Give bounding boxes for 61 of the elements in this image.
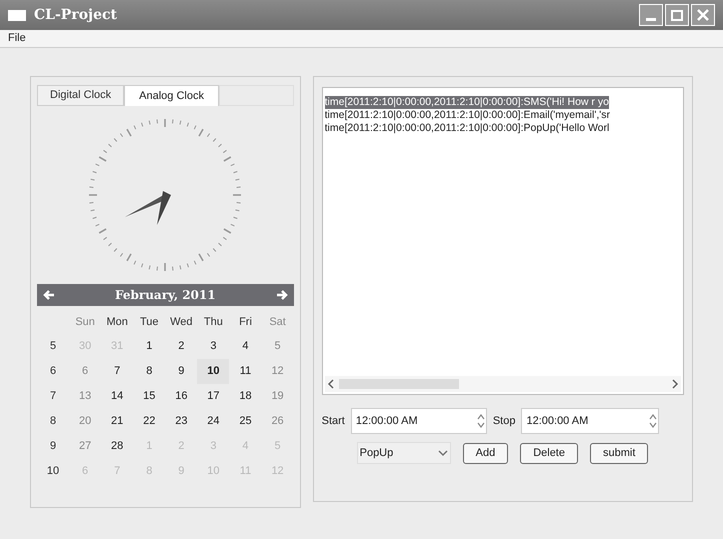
start-label: Start — [322, 414, 345, 429]
calendar-day[interactable]: 28 — [101, 434, 134, 459]
calendar-day[interactable]: 24 — [197, 409, 230, 434]
weekday-label: Tue — [138, 314, 160, 330]
start-time-field[interactable]: 12:00:00 AM — [350, 408, 487, 434]
calendar-day[interactable]: 21 — [101, 409, 134, 434]
calendar-day[interactable]: 2 — [165, 334, 198, 359]
week-number: 9 — [48, 439, 58, 454]
tab[interactable]: Analog Clock — [124, 85, 219, 106]
calendar-day[interactable]: 25 — [229, 409, 262, 434]
calendar-day[interactable]: 7 — [101, 359, 134, 384]
weekday-label: Thu — [202, 314, 224, 330]
calendar-day[interactable]: 8 — [133, 359, 166, 384]
calendar-day[interactable]: 18 — [229, 384, 262, 409]
list-item[interactable]: time[2011:2:10|0:00:00,2011:2:10|0:00:00]:SMS('Hi! How r yo — [324, 96, 609, 109]
calendar-day[interactable]: 1 — [133, 334, 166, 359]
minimize-button[interactable] — [639, 4, 663, 26]
calendar-day[interactable]: 23 — [165, 409, 198, 434]
calendar-day[interactable]: 22 — [133, 409, 166, 434]
weekday-label: Sat — [268, 314, 287, 330]
weekday-label: Mon — [105, 314, 129, 330]
action-button[interactable]: submit — [590, 442, 648, 464]
spinner-icon[interactable] — [648, 412, 658, 430]
menu-item[interactable]: File — [8, 30, 26, 47]
week-number: 10 — [46, 464, 60, 480]
action-button[interactable]: Add — [462, 442, 508, 464]
calendar-day[interactable]: 11 — [229, 359, 262, 384]
list-item[interactable]: time[2011:2:10|0:00:00,2011:2:10|0:00:00]:Email('myemail','sr — [324, 109, 610, 122]
spinner-icon[interactable] — [476, 412, 486, 430]
stop-label: Stop — [492, 414, 516, 429]
calendar-day[interactable]: 4 — [229, 334, 262, 359]
horizontal-scrollbar[interactable] — [324, 376, 681, 392]
week-number: 8 — [48, 414, 58, 430]
weekday-label: Wed — [169, 314, 194, 330]
week-number: 6 — [48, 364, 58, 380]
action-button[interactable]: Delete — [520, 442, 578, 464]
close-button[interactable] — [691, 4, 715, 26]
list-item[interactable]: time[2011:2:10|0:00:00,2011:2:10|0:00:00]:PopUp('Hello Worl — [324, 122, 610, 135]
month-title[interactable]: February, 2011 — [55, 286, 276, 304]
window-title: CL-Project — [34, 6, 118, 24]
weekday-label: Sun — [74, 314, 96, 330]
weekday-label: Fri — [238, 314, 253, 330]
calendar-day[interactable]: 3 — [197, 334, 230, 359]
calendar-day[interactable]: 9 — [165, 359, 198, 384]
week-number: 5 — [48, 339, 58, 354]
window-icon — [8, 10, 26, 20]
week-number: 7 — [48, 389, 58, 404]
maximize-button[interactable] — [665, 4, 689, 26]
close-icon — [697, 9, 709, 21]
stop-time-field[interactable]: 12:00:00 AM — [521, 408, 660, 434]
calendar-day[interactable]: 10 — [197, 359, 230, 384]
previous-month-icon[interactable] — [43, 289, 55, 301]
calendar-day[interactable]: 14 — [101, 384, 134, 409]
calendar-day[interactable]: 17 — [197, 384, 230, 409]
calendar-day[interactable]: 16 — [165, 384, 198, 409]
next-month-icon[interactable] — [276, 289, 288, 301]
chevron-down-icon — [438, 449, 448, 457]
scrollbar-thumb[interactable] — [338, 379, 459, 389]
type-dropdown[interactable]: PopUp — [356, 442, 451, 464]
tab[interactable]: Digital Clock — [37, 85, 124, 106]
calendar-day[interactable]: 15 — [133, 384, 166, 409]
